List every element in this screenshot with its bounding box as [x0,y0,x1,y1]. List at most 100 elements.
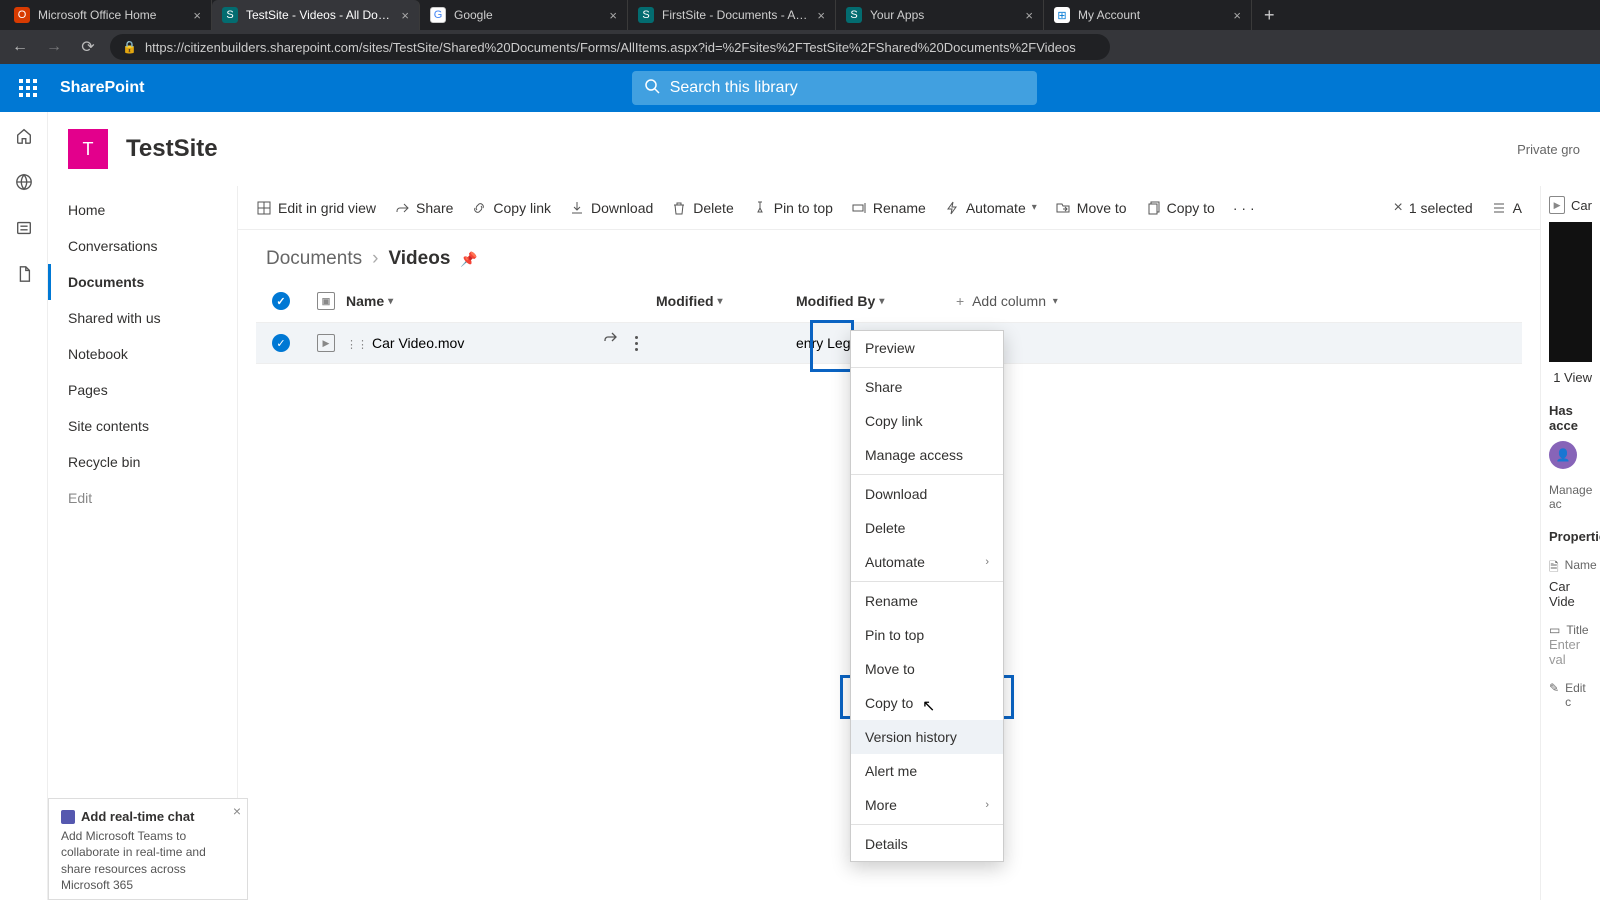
nav-site-contents[interactable]: Site contents [48,408,237,444]
reload-button[interactable]: ⟳ [76,37,100,57]
nav-home[interactable]: Home [48,192,237,228]
select-all-checkbox[interactable]: ✓ [272,292,290,310]
nav-recycle-bin[interactable]: Recycle bin [48,444,237,480]
delete-button[interactable]: Delete [671,200,733,216]
nav-documents[interactable]: Documents [48,264,237,300]
lock-icon: 🔒 [122,40,137,54]
column-modified-by[interactable]: Modified By▾ [796,293,956,309]
teams-callout: × Add real-time chat Add Microsoft Teams… [48,798,248,900]
video-file-icon: ▶ [1549,196,1565,214]
copy-link-button[interactable]: Copy link [471,200,551,216]
clear-selection-button[interactable]: ×1 selected [1393,199,1472,217]
globe-icon[interactable] [14,172,34,192]
tab-title: Your Apps [870,8,1017,22]
chevron-right-icon: › [985,556,989,568]
sharepoint-icon: S [222,7,238,23]
forward-button[interactable]: → [42,38,66,56]
pin-to-top-button[interactable]: Pin to top [752,200,833,216]
browser-tab[interactable]: S Your Apps × [836,0,1044,30]
close-icon[interactable]: × [233,803,241,819]
ctx-manage-access[interactable]: Manage access [851,438,1003,472]
rename-button[interactable]: Rename [851,200,926,216]
close-icon[interactable]: × [817,8,825,23]
ctx-share[interactable]: Share [851,370,1003,404]
tab-title: Microsoft Office Home [38,8,185,22]
browser-tab-strip: O Microsoft Office Home × S TestSite - V… [0,0,1600,30]
ctx-alert-me[interactable]: Alert me [851,754,1003,788]
files-icon[interactable] [14,264,34,284]
ctx-version-history[interactable]: Version history [851,720,1003,754]
browser-tab[interactable]: O Microsoft Office Home × [4,0,212,30]
ctx-rename[interactable]: Rename [851,584,1003,618]
row-checkbox[interactable]: ✓ [272,334,290,352]
search-input[interactable]: Search this library [632,71,1037,105]
nav-conversations[interactable]: Conversations [48,228,237,264]
move-to-button[interactable]: Move to [1055,200,1127,216]
ctx-copy-link[interactable]: Copy link [851,404,1003,438]
ctx-automate[interactable]: Automate› [851,545,1003,579]
column-name[interactable]: Name▾ [346,293,596,309]
ctx-move-to[interactable]: Move to [851,652,1003,686]
properties-heading: Propertie [1549,529,1592,544]
ctx-preview[interactable]: Preview [851,331,1003,365]
has-access-heading: Has acce [1549,403,1592,433]
office-icon: O [14,7,30,23]
column-modified[interactable]: Modified▾ [656,293,796,309]
site-name[interactable]: TestSite [126,135,218,163]
news-icon[interactable] [14,218,34,238]
edit-in-grid-button[interactable]: Edit in grid view [256,200,376,216]
pencil-icon: ✎ [1549,681,1559,709]
chevron-down-icon: ▾ [879,296,884,307]
new-tab-button[interactable]: + [1252,5,1287,26]
edit-columns-link[interactable]: Edit c [1565,681,1592,709]
ctx-more[interactable]: More› [851,788,1003,822]
breadcrumb-root[interactable]: Documents [266,248,362,270]
nav-pages[interactable]: Pages [48,372,237,408]
avatar[interactable]: 👤 [1549,441,1577,469]
brand-label[interactable]: SharePoint [60,79,144,97]
chevron-right-icon: › [372,248,378,270]
chevron-right-icon: › [985,799,989,811]
more-actions-button[interactable] [622,329,650,357]
ctx-delete[interactable]: Delete [851,511,1003,545]
browser-tab[interactable]: S TestSite - Videos - All Documents × [212,0,420,30]
add-column-button[interactable]: + Add column ▾ [956,293,1106,309]
share-button[interactable]: Share [394,200,453,216]
site-logo[interactable]: T [68,129,108,169]
close-icon[interactable]: × [1025,8,1033,23]
cursor-icon: ↖ [922,696,935,716]
chevron-down-icon: ▾ [718,296,723,307]
file-type-icon[interactable]: ▣ [317,292,335,310]
pin-icon[interactable]: 📌 [460,251,477,268]
nav-shared-with-us[interactable]: Shared with us [48,300,237,336]
close-icon[interactable]: × [1233,8,1241,23]
file-name[interactable]: ⋮⋮Car Video.mov [346,335,596,351]
url-text: https://citizenbuilders.sharepoint.com/s… [145,40,1076,55]
download-button[interactable]: Download [569,200,653,216]
ctx-details[interactable]: Details [851,827,1003,861]
more-commands-button[interactable]: · · · [1233,200,1255,216]
ctx-download[interactable]: Download [851,477,1003,511]
details-title-value[interactable]: Enter val [1549,637,1592,667]
browser-tab[interactable]: S FirstSite - Documents - All Docu × [628,0,836,30]
view-options-button[interactable]: A [1491,200,1522,216]
automate-button[interactable]: Automate▾ [944,200,1037,216]
google-icon: G [430,7,446,23]
close-icon[interactable]: × [609,8,617,23]
ctx-pin-to-top[interactable]: Pin to top [851,618,1003,652]
close-icon[interactable]: × [401,8,409,23]
browser-tab[interactable]: G Google × [420,0,628,30]
video-file-icon: ▶ [317,334,335,352]
browser-tab[interactable]: ⊞ My Account × [1044,0,1252,30]
copy-to-button[interactable]: Copy to [1145,200,1215,216]
address-bar[interactable]: 🔒 https://citizenbuilders.sharepoint.com… [110,34,1110,60]
nav-notebook[interactable]: Notebook [48,336,237,372]
nav-edit[interactable]: Edit [48,480,237,516]
manage-access-link[interactable]: Manage ac [1549,483,1592,511]
home-icon[interactable] [14,126,34,146]
app-launcher-button[interactable] [12,72,44,104]
video-thumbnail[interactable] [1549,222,1592,362]
back-button[interactable]: ← [8,38,32,56]
close-icon[interactable]: × [193,8,201,23]
share-icon[interactable] [602,329,618,357]
